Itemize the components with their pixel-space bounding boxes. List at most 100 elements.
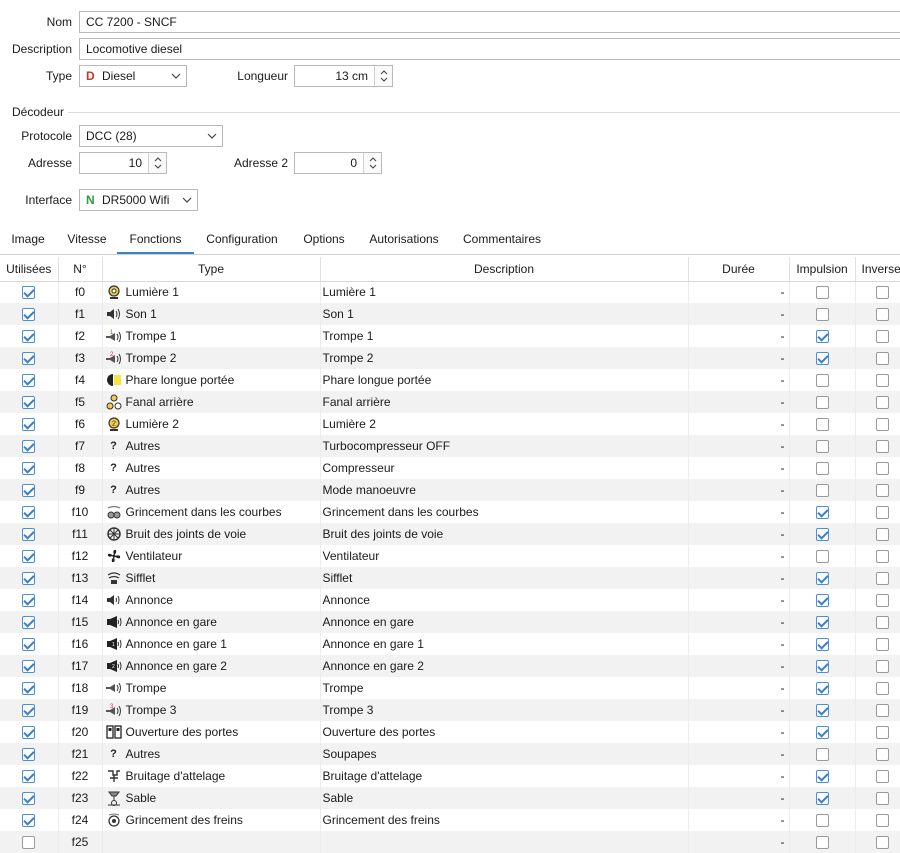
impulse-checkbox[interactable] (815, 374, 829, 388)
table-row[interactable]: f0 Lumière 1 Lumière 1- (0, 281, 900, 303)
impulse-checkbox[interactable] (815, 770, 829, 784)
used-checkbox[interactable] (22, 286, 36, 300)
impulse-checkbox[interactable] (815, 748, 829, 762)
description-cell[interactable]: Trompe 2 (320, 347, 689, 369)
duration-cell[interactable]: - (688, 501, 790, 523)
used-checkbox[interactable] (22, 660, 36, 674)
used-checkbox[interactable] (22, 528, 36, 542)
impulse-checkbox[interactable] (815, 462, 829, 476)
inverse-checkbox[interactable] (875, 682, 889, 696)
impulse-checkbox[interactable] (815, 616, 829, 630)
type-cell[interactable]: 2 Lumière 2 (102, 413, 321, 435)
table-row[interactable]: f11 Bruit des joints de voie Bruit des joi… (0, 523, 900, 545)
interface-select[interactable]: N DR5000 Wifi (79, 189, 198, 211)
spinner-arrows-icon[interactable] (148, 153, 166, 173)
type-cell[interactable]: 1 Trompe 1 (102, 325, 321, 347)
description-cell[interactable]: Lumière 2 (320, 413, 689, 435)
type-cell[interactable]: Lumière 1 (102, 281, 321, 303)
table-row[interactable]: f6 2 Lumière 2 Lumière 2- (0, 413, 900, 435)
type-cell[interactable]: Sifflet (102, 567, 321, 589)
table-row[interactable]: f20 Ouverture des portes Ouverture des por… (0, 721, 900, 743)
description-cell[interactable]: Ventilateur (320, 545, 689, 567)
table-row[interactable]: f17 2 Annonce en gare 2 Annonce en gare 2- (0, 655, 900, 677)
type-cell[interactable]: Phare longue portée (102, 369, 321, 391)
duration-cell[interactable]: - (688, 567, 790, 589)
impulse-checkbox[interactable] (815, 682, 829, 696)
type-cell[interactable]: Bruitage d'attelage (102, 765, 321, 787)
inverse-checkbox[interactable] (875, 770, 889, 784)
type-cell[interactable]: Bruit des joints de voie (102, 523, 321, 545)
description-cell[interactable]: Grincement des freins (320, 809, 689, 831)
table-row[interactable]: f22 Bruitage d'attelage Bruitage d'attelag… (0, 765, 900, 787)
table-row[interactable]: f13 Sifflet Sifflet - (0, 567, 900, 589)
impulse-checkbox[interactable] (815, 396, 829, 410)
description-cell[interactable]: Sifflet (320, 567, 689, 589)
impulse-checkbox[interactable] (815, 418, 829, 432)
inverse-checkbox[interactable] (875, 836, 889, 850)
adresse-spinner[interactable]: 10 (79, 152, 167, 174)
inverse-checkbox[interactable] (875, 550, 889, 564)
table-row[interactable]: f15 Annonce en gare Annonce en gare - (0, 611, 900, 633)
col-header-impulse[interactable]: Impulsion (789, 257, 856, 282)
impulse-checkbox[interactable] (815, 726, 829, 740)
type-cell[interactable]: Grincement dans les courbes (102, 501, 321, 523)
duration-cell[interactable]: - (688, 435, 790, 457)
impulse-checkbox[interactable] (815, 792, 829, 806)
used-checkbox[interactable] (22, 506, 36, 520)
table-row[interactable]: f19 3 Trompe 3 Trompe 3- (0, 699, 900, 721)
used-checkbox[interactable] (22, 308, 36, 322)
description-cell[interactable]: Son 1 (320, 303, 689, 325)
description-cell[interactable]: Annonce (320, 589, 689, 611)
duration-cell[interactable]: - (688, 347, 790, 369)
duration-cell[interactable]: - (688, 655, 790, 677)
table-row[interactable]: f16 1 Annonce en gare 1 Annonce en gare 1- (0, 633, 900, 655)
table-row[interactable]: f3 2 Trompe 2 Trompe 2- (0, 347, 900, 369)
type-cell[interactable]: ? Autres (102, 743, 321, 765)
duration-cell[interactable]: - (688, 677, 790, 699)
duration-cell[interactable]: - (688, 787, 790, 809)
used-checkbox[interactable] (22, 484, 36, 498)
inverse-checkbox[interactable] (875, 330, 889, 344)
inverse-checkbox[interactable] (875, 594, 889, 608)
type-cell[interactable]: Annonce en gare (102, 611, 321, 633)
description-input[interactable]: Locomotive diesel (79, 38, 900, 60)
description-cell[interactable]: Turbocompresseur OFF (320, 435, 689, 457)
type-cell[interactable]: Fanal arrière (102, 391, 321, 413)
table-row[interactable]: f2 1 Trompe 1 Trompe 1- (0, 325, 900, 347)
duration-cell[interactable]: - (688, 545, 790, 567)
impulse-checkbox[interactable] (815, 528, 829, 542)
inverse-checkbox[interactable] (875, 748, 889, 762)
tab-fonctions[interactable]: Fonctions (117, 228, 194, 254)
impulse-checkbox[interactable] (815, 550, 829, 564)
inverse-checkbox[interactable] (875, 418, 889, 432)
impulse-checkbox[interactable] (815, 660, 829, 674)
duration-cell[interactable]: - (688, 743, 790, 765)
duration-cell[interactable]: - (688, 589, 790, 611)
inverse-checkbox[interactable] (875, 374, 889, 388)
tab-configuration[interactable]: Configuration (199, 228, 285, 254)
adresse2-spinner[interactable]: 0 (294, 152, 382, 174)
duration-cell[interactable]: - (688, 457, 790, 479)
inverse-checkbox[interactable] (875, 660, 889, 674)
used-checkbox[interactable] (22, 572, 36, 586)
inverse-checkbox[interactable] (875, 528, 889, 542)
impulse-checkbox[interactable] (815, 506, 829, 520)
tab-image[interactable]: Image (4, 228, 52, 254)
type-cell[interactable]: ? Autres (102, 457, 321, 479)
impulse-checkbox[interactable] (815, 308, 829, 322)
impulse-checkbox[interactable] (815, 286, 829, 300)
type-cell[interactable]: 2 Annonce en gare 2 (102, 655, 321, 677)
impulse-checkbox[interactable] (815, 330, 829, 344)
inverse-checkbox[interactable] (875, 308, 889, 322)
table-row[interactable]: f23 Sable Sable - (0, 787, 900, 809)
type-cell[interactable]: Sable (102, 787, 321, 809)
duration-cell[interactable]: - (688, 721, 790, 743)
description-cell[interactable]: Phare longue portée (320, 369, 689, 391)
duration-cell[interactable]: - (688, 699, 790, 721)
used-checkbox[interactable] (22, 330, 36, 344)
used-checkbox[interactable] (22, 550, 36, 564)
table-row[interactable]: f1 Son 1 Son 1- (0, 303, 900, 325)
table-row[interactable]: f4 Phare longue portée Phare longue portée… (0, 369, 900, 391)
inverse-checkbox[interactable] (875, 792, 889, 806)
inverse-checkbox[interactable] (875, 440, 889, 454)
